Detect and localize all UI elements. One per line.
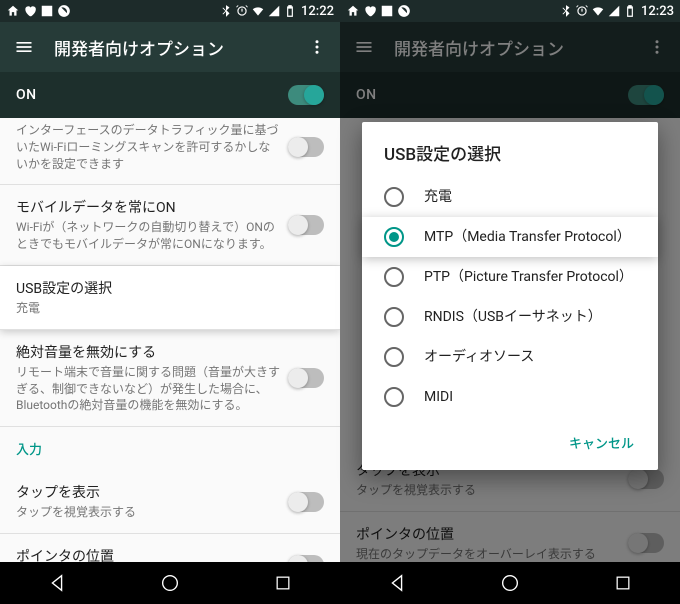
master-toggle-row[interactable]: ON: [0, 72, 340, 118]
heart-icon: [23, 4, 37, 18]
home-icon: [346, 4, 360, 18]
wifi-icon: [591, 4, 605, 18]
home-icon: [6, 4, 20, 18]
nav-home-icon[interactable]: [494, 567, 526, 599]
master-toggle-label: ON: [16, 87, 288, 103]
signal-icon: [607, 4, 621, 18]
radio-label: 充電: [424, 188, 452, 206]
radio-charge[interactable]: 充電: [362, 177, 658, 217]
setting-usb-config[interactable]: USB設定の選択 充電: [0, 266, 340, 330]
category-input: 入力: [0, 427, 340, 470]
setting-mobile-data[interactable]: モバイルデータを常にON Wi-Fiが（ネットワークの自動切り替えで）ONのとき…: [0, 185, 340, 266]
alarm-icon: [235, 4, 249, 18]
radio-icon: [384, 307, 404, 327]
switch[interactable]: [288, 555, 324, 562]
heart-icon: [363, 4, 377, 18]
image-icon: [40, 4, 54, 18]
dialog-title: USB設定の選択: [362, 140, 658, 177]
radio-icon: [384, 267, 404, 287]
switch[interactable]: [288, 368, 324, 388]
clock: 12:23: [641, 4, 674, 19]
signal-icon: [267, 4, 281, 18]
setting-desc: タップを視覚表示する: [16, 504, 280, 521]
setting-title: USB設定の選択: [16, 278, 324, 298]
radio-rndis[interactable]: RNDIS（USBイーサネット）: [362, 297, 658, 337]
overflow-icon[interactable]: [308, 38, 326, 56]
navbar: [0, 562, 340, 604]
master-switch[interactable]: [288, 85, 324, 105]
nav-recent-icon[interactable]: [267, 567, 299, 599]
radio-label: MIDI: [424, 388, 453, 406]
setting-wifi-roaming[interactable]: インターフェースのデータトラフィック量に基づいたWi-Fiローミングスキャンを許…: [0, 118, 340, 185]
usb-config-dialog: USB設定の選択 充電 MTP（Media Transfer Protocol）…: [362, 122, 658, 470]
radio-label: MTP（Media Transfer Protocol）: [424, 228, 631, 246]
battery-icon: [283, 4, 297, 18]
appbar-title: 開発者向けオプション: [54, 35, 288, 60]
radio-label: RNDIS（USBイーサネット）: [424, 308, 602, 326]
setting-desc: リモート端末で音量に関する問題（音量が大きすぎる、制御できないなど）が発生した場…: [16, 364, 280, 414]
radio-audio[interactable]: オーディオソース: [362, 337, 658, 377]
clock: 12:22: [301, 4, 334, 19]
screen-right: 12:23 開発者向けオプション ON タップを表示 タップを視覚表示する ポイ…: [340, 0, 680, 604]
screen-left: 12:22 開発者向けオプション ON インターフェースのデータトラフィック量に…: [0, 0, 340, 604]
statusbar: 12:22: [0, 0, 340, 22]
setting-title: ポインタの位置: [16, 546, 280, 562]
no-sim-icon: [397, 4, 411, 18]
bluetooth-icon: [559, 4, 573, 18]
no-sim-icon: [57, 4, 71, 18]
setting-desc: 充電: [16, 300, 324, 317]
nav-back-icon[interactable]: [381, 567, 413, 599]
appbar: 開発者向けオプション: [0, 22, 340, 72]
setting-abs-volume[interactable]: 絶対音量を無効にする リモート端末で音量に関する問題（音量が大きすぎる、制御でき…: [0, 330, 340, 427]
battery-icon: [623, 4, 637, 18]
radio-ptp[interactable]: PTP（Picture Transfer Protocol）: [362, 257, 658, 297]
navbar: [340, 562, 680, 604]
radio-midi[interactable]: MIDI: [362, 377, 658, 417]
nav-back-icon[interactable]: [41, 567, 73, 599]
setting-desc: Wi-Fiが（ネットワークの自動切り替えで）ONのときでもモバイルデータが常にO…: [16, 219, 280, 253]
setting-title: 絶対音量を無効にする: [16, 342, 280, 362]
radio-label: オーディオソース: [424, 348, 534, 366]
radio-mtp[interactable]: MTP（Media Transfer Protocol）: [362, 217, 658, 257]
setting-show-taps[interactable]: タップを表示 タップを視覚表示する: [0, 470, 340, 534]
nav-recent-icon[interactable]: [607, 567, 639, 599]
wifi-icon: [251, 4, 265, 18]
setting-desc: インターフェースのデータトラフィック量に基づいたWi-Fiローミングスキャンを許…: [16, 122, 280, 172]
switch[interactable]: [288, 215, 324, 235]
settings-list: インターフェースのデータトラフィック量に基づいたWi-Fiローミングスキャンを許…: [0, 118, 340, 562]
radio-icon: [384, 227, 404, 247]
statusbar: 12:23: [340, 0, 680, 22]
menu-icon[interactable]: [14, 37, 34, 57]
switch[interactable]: [288, 137, 324, 157]
bluetooth-icon: [219, 4, 233, 18]
radio-label: PTP（Picture Transfer Protocol）: [424, 268, 633, 286]
setting-title: タップを表示: [16, 482, 280, 502]
alarm-icon: [575, 4, 589, 18]
image-icon: [380, 4, 394, 18]
radio-icon: [384, 347, 404, 367]
setting-pointer[interactable]: ポインタの位置 現在のタップデータをオーバーレイ表示する: [0, 534, 340, 562]
nav-home-icon[interactable]: [154, 567, 186, 599]
cancel-button[interactable]: キャンセル: [559, 425, 644, 460]
switch[interactable]: [288, 492, 324, 512]
setting-title: モバイルデータを常にON: [16, 197, 280, 217]
radio-icon: [384, 187, 404, 207]
radio-icon: [384, 387, 404, 407]
